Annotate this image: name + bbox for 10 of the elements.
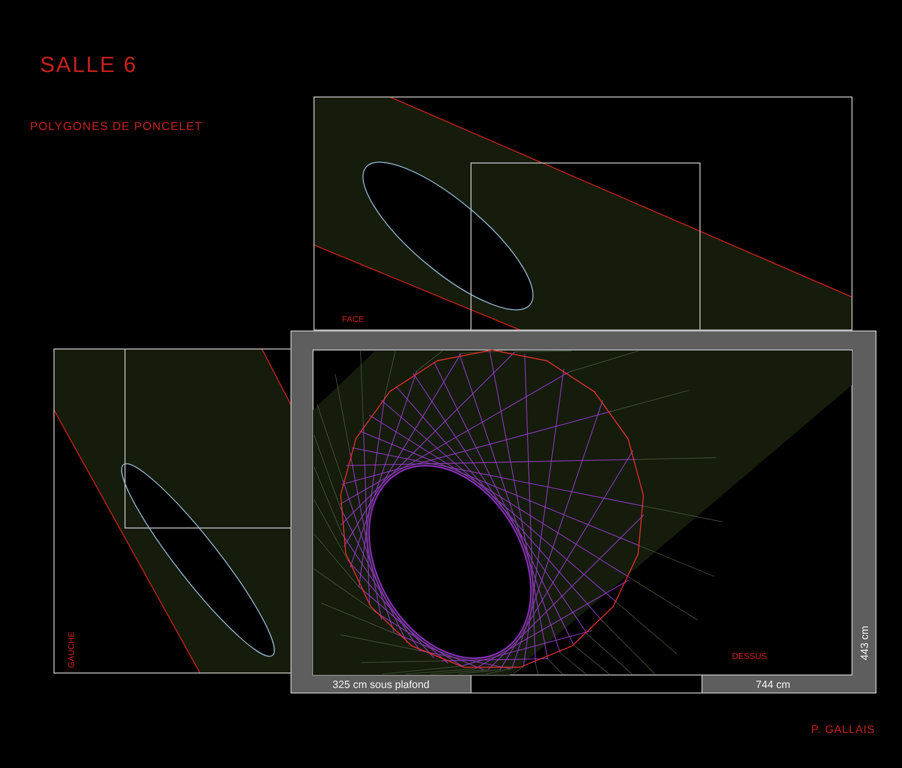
view-label: FACE (342, 314, 364, 324)
page-title: SALLE 6 (40, 52, 138, 77)
page-subtitle: POLYGONES DE PONCELET (30, 121, 203, 133)
view-label: GAUCHE (66, 632, 76, 668)
dimension-label: 325 cm sous plafond (332, 679, 430, 691)
view-label: DESSUS (732, 651, 767, 661)
dimension-label: 443 cm (859, 626, 871, 660)
edge-line (262, 348, 292, 406)
dimension-label: 744 cm (756, 679, 790, 691)
author-credit: P. GALLAIS (811, 724, 875, 736)
